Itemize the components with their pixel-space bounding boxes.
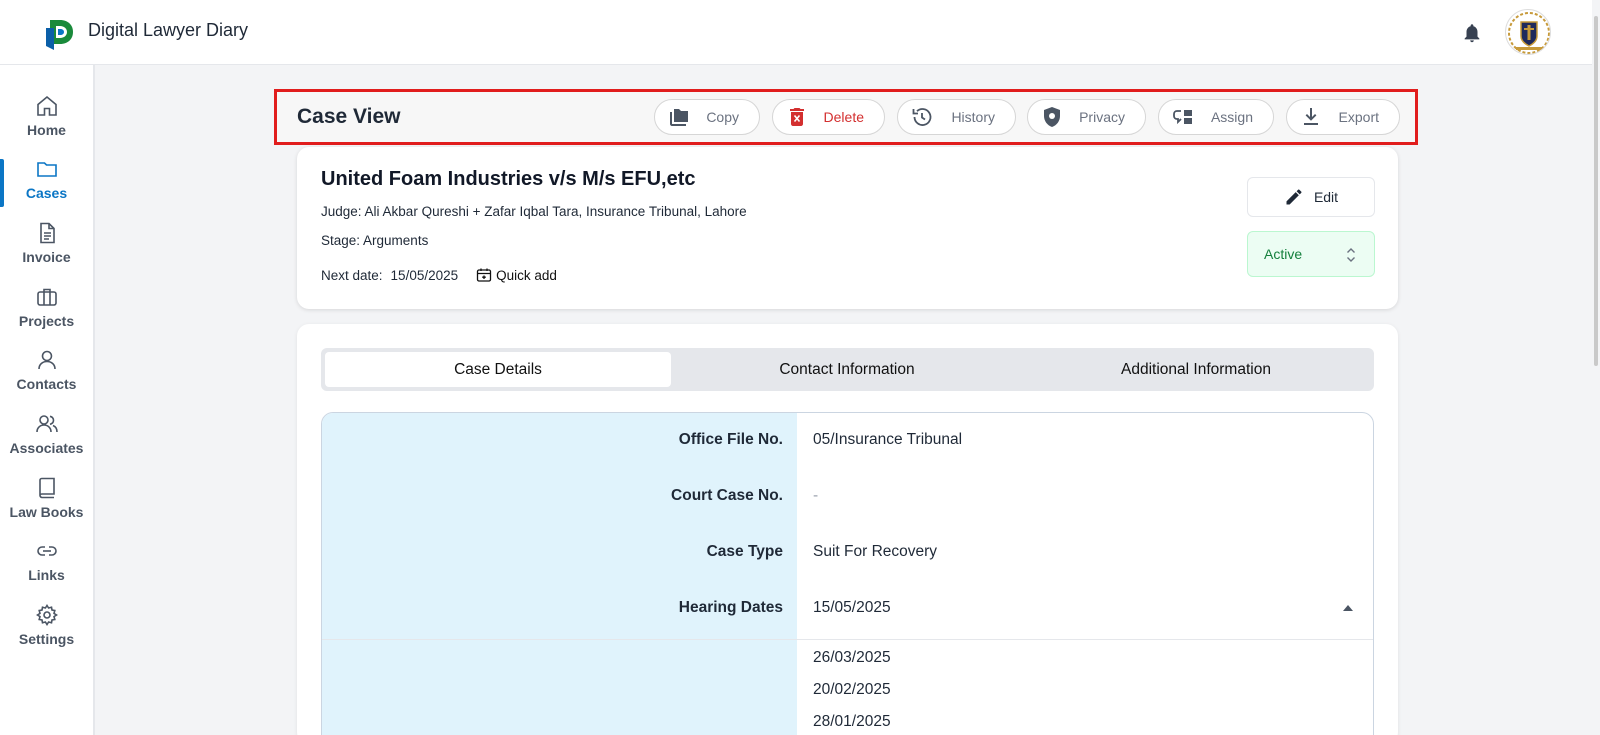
edit-button-label: Edit — [1313, 189, 1339, 205]
shield-icon — [1044, 107, 1060, 127]
history-button-label: History — [951, 109, 995, 125]
page-title: Case View — [297, 105, 401, 128]
copy-folder-icon — [670, 109, 688, 126]
hearing-date-item: 28/01/2025 — [813, 713, 891, 730]
app-logo-icon[interactable] — [46, 14, 76, 50]
top-bar: Digital Lawyer Diary — [0, 0, 1600, 65]
case-status-select[interactable]: Active — [1247, 231, 1375, 277]
sidebar-item-contacts[interactable]: Contacts — [0, 348, 93, 404]
tab-additional-information[interactable]: Additional Information — [1023, 352, 1369, 387]
detail-row-case-type: Case Type Suit For Recovery — [322, 525, 1373, 581]
sidebar-item-label: Links — [28, 567, 65, 583]
hearing-date-item: 20/02/2025 — [813, 681, 891, 698]
user-avatar[interactable] — [1505, 9, 1551, 55]
copy-button-label: Copy — [706, 109, 739, 125]
sidebar-item-links[interactable]: Links — [0, 539, 93, 595]
person-icon — [37, 350, 56, 370]
copy-button[interactable]: Copy — [654, 99, 760, 135]
quick-add-label: Quick add — [496, 267, 557, 283]
trash-icon — [790, 108, 804, 126]
next-date-label: Next date: — [321, 267, 383, 283]
sidebar-item-home[interactable]: Home — [0, 94, 93, 150]
collapse-hearing-dates-icon[interactable] — [1343, 605, 1353, 611]
detail-row-hearing-dates: Hearing Dates 15/05/2025 — [322, 581, 1373, 637]
detail-row-court-case: Court Case No. - — [322, 469, 1373, 525]
people-icon — [35, 415, 58, 433]
sidebar-item-label: Projects — [18, 313, 75, 329]
book-icon — [38, 477, 55, 499]
sidebar-item-label: Associates — [9, 440, 84, 456]
case-body-card: Case Details Contact Information Additio… — [297, 324, 1398, 735]
sidebar-item-label: Invoice — [22, 249, 71, 265]
page-scrollbar[interactable] — [1592, 0, 1600, 735]
gear-icon — [35, 604, 58, 626]
assign-icon — [1173, 110, 1192, 125]
hearing-date-item: 26/03/2025 — [813, 649, 891, 666]
case-stage: Stage: Arguments — [321, 233, 429, 248]
edit-button[interactable]: Edit — [1247, 177, 1375, 217]
sidebar-item-label: Law Books — [9, 504, 84, 520]
briefcase-icon — [36, 288, 57, 306]
privacy-button-label: Privacy — [1079, 109, 1125, 125]
history-icon — [912, 108, 932, 126]
sidebar-item-label: Cases — [25, 185, 68, 201]
sidebar-item-projects[interactable]: Projects — [0, 285, 93, 341]
assign-button[interactable]: Assign — [1158, 99, 1274, 135]
sidebar-item-label: Contacts — [16, 376, 77, 392]
case-judge: Judge: Ali Akbar Qureshi + Zafar Iqbal T… — [321, 204, 747, 219]
pencil-icon — [1286, 189, 1302, 205]
detail-label: Office File No. — [678, 431, 783, 448]
sidebar-item-invoice[interactable]: Invoice — [0, 221, 93, 277]
case-details-table: Office File No. 05/Insurance Tribunal Co… — [321, 412, 1374, 735]
case-header-card: United Foam Industries v/s M/s EFU,etc J… — [297, 147, 1398, 309]
sidebar-item-label: Settings — [18, 631, 75, 647]
download-icon — [1304, 108, 1318, 125]
tab-case-details[interactable]: Case Details — [325, 352, 671, 387]
home-icon — [36, 95, 57, 116]
link-icon — [36, 546, 57, 556]
detail-value: - — [813, 487, 819, 504]
app-title: Digital Lawyer Diary — [88, 20, 249, 40]
next-date-value: 15/05/2025 — [390, 267, 459, 283]
scrollbar-thumb[interactable] — [1594, 16, 1598, 366]
detail-value: 05/Insurance Tribunal — [813, 431, 963, 448]
sidebar-item-associates[interactable]: Associates — [0, 412, 93, 468]
detail-row-office-file: Office File No. 05/Insurance Tribunal — [322, 413, 1373, 469]
assign-button-label: Assign — [1210, 109, 1253, 125]
folder-icon — [36, 162, 57, 177]
sidebar: Home Cases Invoice Projects Contacts Ass… — [0, 65, 95, 735]
quick-add-button[interactable]: Quick add — [476, 267, 557, 283]
calendar-add-icon — [476, 268, 492, 282]
notification-bell-icon[interactable] — [1461, 21, 1483, 45]
export-button-label: Export — [1338, 109, 1379, 125]
export-button[interactable]: Export — [1286, 99, 1400, 135]
detail-label: Hearing Dates — [678, 599, 783, 616]
history-button[interactable]: History — [897, 99, 1016, 135]
divider — [322, 639, 1373, 640]
sidebar-item-law-books[interactable]: Law Books — [0, 476, 93, 532]
sidebar-item-label: Home — [27, 122, 66, 138]
privacy-button[interactable]: Privacy — [1027, 99, 1146, 135]
case-view-toolbar: Case View Copy Delete History Privacy As… — [274, 89, 1418, 145]
case-status-value: Active — [1264, 246, 1303, 262]
sidebar-item-settings[interactable]: Settings — [0, 603, 93, 659]
detail-label: Court Case No. — [671, 487, 783, 504]
delete-button-label: Delete — [823, 109, 864, 125]
next-date-row: Next date: 15/05/2025 Quick add — [321, 267, 557, 283]
detail-value: 15/05/2025 — [813, 599, 891, 616]
sidebar-item-cases[interactable]: Cases — [0, 157, 93, 213]
delete-button[interactable]: Delete — [772, 99, 885, 135]
law-firm-crest-icon — [1508, 12, 1550, 54]
detail-value: Suit For Recovery — [813, 543, 938, 560]
document-icon — [39, 222, 55, 244]
chevron-up-down-icon — [1347, 248, 1355, 262]
case-title: United Foam Industries v/s M/s EFU,etc — [321, 168, 696, 190]
detail-label: Case Type — [706, 543, 783, 560]
case-tabs: Case Details Contact Information Additio… — [321, 348, 1374, 391]
tab-contact-information[interactable]: Contact Information — [674, 352, 1020, 387]
